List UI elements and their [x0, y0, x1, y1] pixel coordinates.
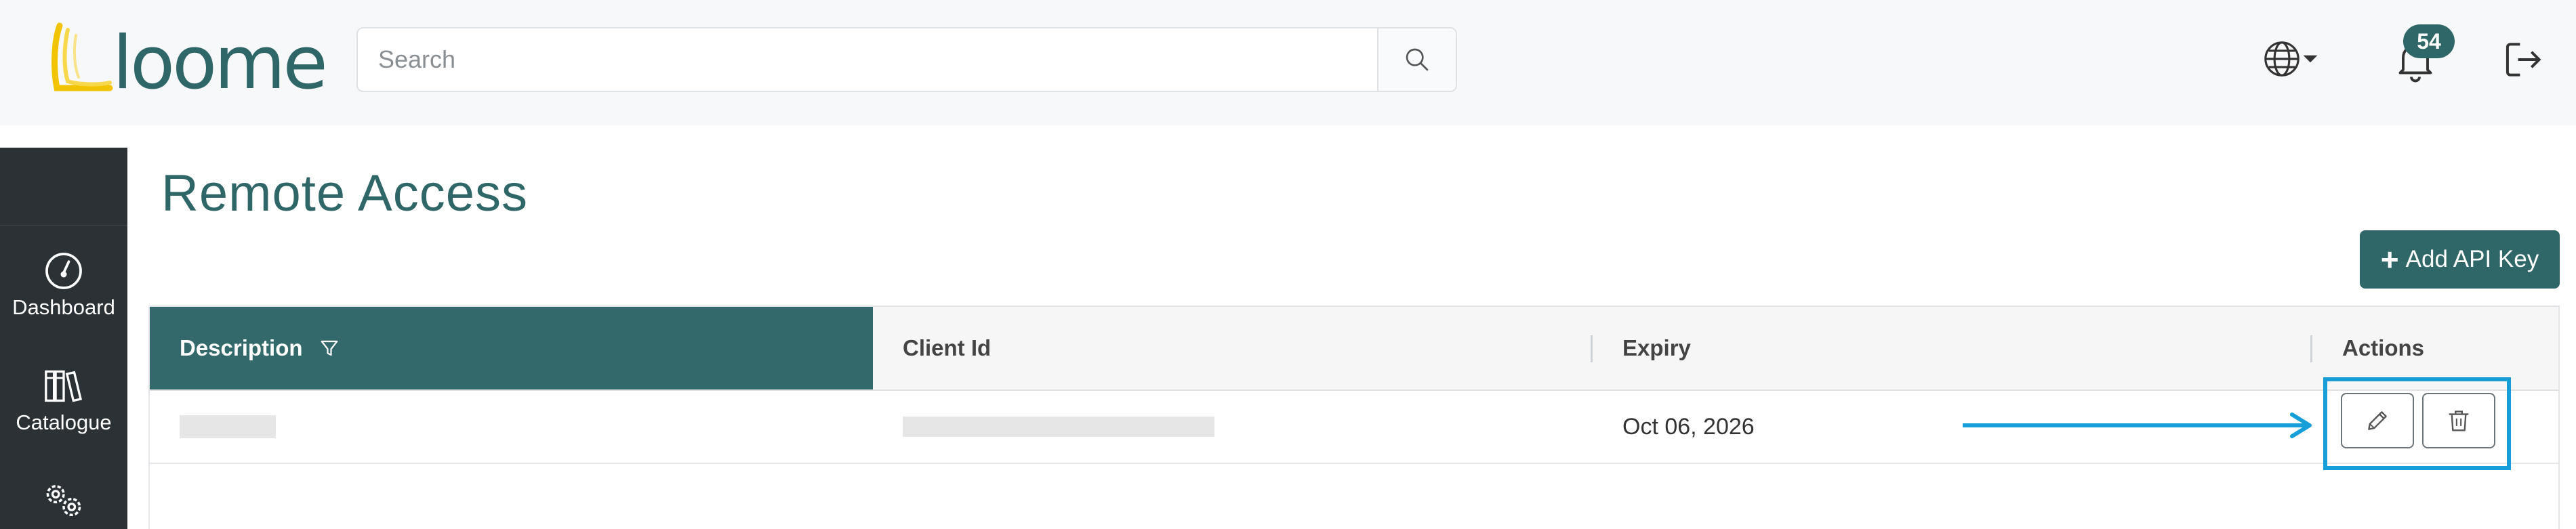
column-header-client-id[interactable]: Client Id — [873, 307, 1591, 389]
gauge-icon — [45, 253, 82, 289]
sidebar-item-settings[interactable] — [0, 480, 127, 526]
column-label: Client Id — [903, 335, 991, 360]
actions-highlight-box — [2323, 377, 2511, 470]
redacted-description — [180, 415, 276, 438]
logout-button[interactable] — [2501, 37, 2547, 83]
sidebar-divider — [0, 225, 127, 226]
column-label: Expiry — [1622, 335, 1691, 360]
filter-icon[interactable] — [319, 338, 340, 358]
gears-icon — [46, 485, 81, 516]
notification-count-badge: 54 — [2403, 24, 2455, 58]
top-bar: loome 54 — [0, 0, 2576, 125]
sidebar-item-dashboard[interactable]: Dashboard — [0, 251, 127, 320]
loome-logo[interactable]: loome — [47, 20, 332, 106]
plus-icon: + — [2380, 242, 2399, 277]
sidebar-item-label: Dashboard — [12, 295, 115, 319]
loome-logo-graphic: loome — [52, 21, 328, 106]
search-icon — [1406, 48, 1429, 71]
logo-wordmark: loome — [113, 21, 325, 98]
language-selector[interactable] — [2262, 37, 2330, 81]
cell-client-id — [873, 391, 1591, 463]
logout-icon — [2506, 43, 2541, 77]
table-header: Description Client Id Expiry Actions — [150, 307, 2558, 391]
globe-icon — [2264, 41, 2299, 77]
search-input[interactable] — [358, 28, 1377, 91]
caret-down-icon — [2303, 55, 2318, 63]
cell-description — [150, 391, 873, 463]
column-header-description[interactable]: Description — [150, 307, 873, 389]
redacted-client-id — [903, 417, 1214, 437]
sidebar-item-catalogue[interactable]: Catalogue — [0, 366, 127, 435]
search-button[interactable] — [1377, 28, 1456, 91]
add-api-key-label: Add API Key — [2405, 246, 2539, 272]
page-title: Remote Access — [161, 165, 528, 222]
add-api-key-button[interactable]: + Add API Key — [2360, 230, 2560, 289]
sidebar: Dashboard Catalogue — [0, 148, 127, 529]
annotation-arrow-icon — [1963, 412, 2312, 438]
column-header-expiry[interactable]: Expiry — [1593, 307, 2311, 389]
search-bar — [356, 27, 1457, 92]
column-label: Actions — [2342, 335, 2425, 360]
sidebar-item-label: Catalogue — [16, 410, 112, 434]
books-icon — [45, 370, 83, 402]
column-label: Description — [180, 335, 303, 360]
